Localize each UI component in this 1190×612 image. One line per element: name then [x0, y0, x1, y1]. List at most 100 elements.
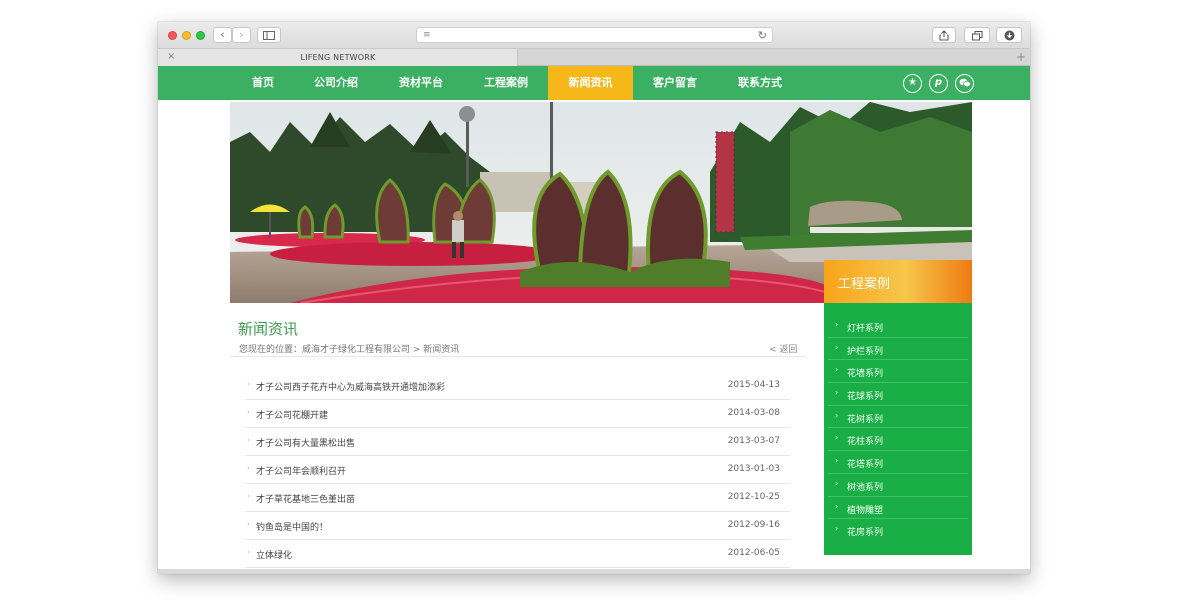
- list-item[interactable]: · 才子公司花棚开建 2014-03-08: [245, 400, 790, 428]
- sidebar-item-label: 灯杆系列: [847, 324, 884, 334]
- wechat-icon[interactable]: [955, 74, 974, 93]
- site-nav: 首页 公司介绍 资材平台 工程案例 新闻资讯 客户留言 联系方式 ★ p: [158, 66, 1030, 100]
- download-icon: [1004, 30, 1014, 41]
- news-date: 2013-03-07: [727, 436, 780, 446]
- news-title[interactable]: 才子公司花棚开建: [256, 408, 328, 421]
- list-item[interactable]: · 立体绿化 2012-06-05: [245, 540, 790, 568]
- chevron-right-icon: ›: [835, 478, 839, 488]
- sidebar-item-label: 花球系列: [847, 392, 884, 403]
- list-item[interactable]: · 才子公司西子花卉中心为威海高铁开通增加添彩 2015-04-13: [245, 372, 790, 400]
- nav-item-contact[interactable]: 联系方式: [725, 66, 795, 100]
- minimize-window-button[interactable]: [182, 31, 191, 40]
- sidebar-icon: [263, 31, 275, 40]
- news-date: 2013-01-03: [727, 464, 780, 474]
- bullet-icon: ·: [247, 520, 250, 529]
- pinterest-icon[interactable]: p: [929, 74, 948, 93]
- news-title[interactable]: 才子公司西子花卉中心为威海高铁开通增加添彩: [256, 380, 445, 393]
- back-button[interactable]: ‹: [213, 27, 232, 43]
- reload-icon[interactable]: ↻: [758, 28, 767, 43]
- nav-item-materials[interactable]: 资材平台: [386, 66, 456, 100]
- close-window-button[interactable]: [168, 31, 177, 40]
- news-date: 2015-04-13: [727, 380, 780, 390]
- tab-title: LIFENG NETWORK: [300, 53, 376, 62]
- nav-item-news[interactable]: 新闻资讯: [548, 66, 633, 100]
- downloads-button[interactable]: [996, 27, 1022, 43]
- sidebar-item-label: 花塔系列: [847, 460, 884, 471]
- sidebar-item-label: 护栏系列: [847, 346, 884, 357]
- chevron-right-icon: ›: [835, 456, 839, 466]
- news-title[interactable]: 才子草花基地三色堇出苗: [256, 492, 355, 505]
- tab-close-icon[interactable]: ×: [167, 50, 175, 64]
- list-item[interactable]: · 才子草花基地三色堇出苗 2012-10-25: [245, 484, 790, 512]
- nav-item-home[interactable]: 首页: [238, 66, 288, 100]
- sidebar-item-greenhouse[interactable]: › 花房系列: [828, 519, 968, 542]
- sidebar-item-flower-tree[interactable]: › 花树系列: [828, 406, 968, 429]
- sidebar-item-flower-tower[interactable]: › 花塔系列: [828, 451, 968, 474]
- chevron-left-icon: ‹: [220, 28, 225, 41]
- bullet-icon: ·: [247, 408, 250, 417]
- nav-item-company[interactable]: 公司介绍: [301, 66, 371, 100]
- bullet-icon: ·: [247, 492, 250, 501]
- chevron-right-icon: ›: [835, 410, 839, 420]
- breadcrumb: 您现在的位置：威海才子绿化工程有限公司 > 新闻资讯: [239, 345, 460, 355]
- chevron-right-icon: ›: [835, 342, 839, 352]
- sidebar-item-lamp-post[interactable]: › 灯杆系列: [828, 315, 968, 338]
- news-date: 2012-06-05: [727, 548, 780, 558]
- sidebar-category-list: › 灯杆系列 › 护栏系列 › 花墙系列 › 花球系列 › 花树系列 › 花柱系列 › 花塔系…: [824, 303, 972, 555]
- browser-tab[interactable]: LIFENG NETWORK ×: [158, 49, 518, 66]
- sidebar-item-label: 花树系列: [847, 414, 884, 425]
- chevron-right-icon: ›: [835, 388, 839, 398]
- page-title: 新闻资讯: [238, 320, 299, 338]
- sidebar-header: 工程案例: [824, 260, 972, 303]
- bullet-icon: ·: [247, 548, 250, 557]
- sidebar-title: 工程案例: [838, 277, 891, 292]
- news-date: 2014-03-08: [727, 408, 780, 418]
- address-bar[interactable]: ≡ ↻: [416, 27, 773, 43]
- chevron-right-icon: ›: [835, 365, 839, 375]
- bullet-icon: ·: [247, 380, 250, 389]
- sidebar-item-label: 树池系列: [847, 482, 884, 493]
- sidebar-item-label: 植物雕塑: [847, 505, 884, 516]
- zoom-window-button[interactable]: [196, 31, 205, 40]
- reader-icon[interactable]: ≡: [423, 31, 431, 40]
- chevron-right-icon: ›: [239, 28, 244, 41]
- bullet-icon: ·: [247, 436, 250, 445]
- news-title[interactable]: 才子公司有大量黑松出售: [256, 436, 355, 449]
- chevron-right-icon: ›: [835, 320, 839, 329]
- news-title[interactable]: 才子公司年会顺利召开: [256, 464, 346, 477]
- nav-item-projects[interactable]: 工程案例: [471, 66, 541, 100]
- bullet-icon: ·: [247, 464, 250, 473]
- sidebar-item-flower-pillar[interactable]: › 花柱系列: [828, 428, 968, 452]
- tabs-icon: [971, 31, 982, 41]
- tab-bar: LIFENG NETWORK × +: [158, 49, 1030, 66]
- sidebar-toggle-button[interactable]: [257, 27, 281, 43]
- chevron-right-icon: ›: [835, 433, 839, 443]
- chevron-right-icon: ›: [835, 501, 839, 511]
- sidebar-item-flower-ball[interactable]: › 花球系列: [828, 383, 968, 406]
- list-item[interactable]: · 钓鱼岛是中国的！ 2012-09-16: [245, 512, 790, 540]
- sidebar-item-label: 花柱系列: [847, 437, 884, 448]
- sidebar-item-tree-pool[interactable]: › 树池系列: [828, 474, 968, 497]
- back-link[interactable]: < 返回: [769, 342, 797, 355]
- news-title[interactable]: 钓鱼岛是中国的！: [256, 520, 328, 533]
- sidebar-item-label: 花房系列: [847, 528, 884, 539]
- list-item[interactable]: · 才子公司年会顺利召开 2013-01-03: [245, 456, 790, 484]
- divider: [230, 356, 806, 357]
- sidebar-item-guardrail[interactable]: › 护栏系列: [828, 338, 968, 361]
- news-list: · 才子公司西子花卉中心为威海高铁开通增加添彩 2015-04-13 · 才子公司花棚…: [245, 372, 790, 568]
- new-tab-icon[interactable]: +: [1016, 49, 1026, 65]
- nav-item-messages[interactable]: 客户留言: [640, 66, 710, 100]
- window-bottom-edge: [158, 569, 1030, 574]
- star-icon[interactable]: ★: [903, 74, 922, 93]
- sidebar-item-plant-sculpture[interactable]: › 植物雕塑: [828, 497, 968, 520]
- share-button[interactable]: [932, 27, 956, 43]
- screenshot-stage: ‹ › ≡ ↻ LIFENG NETWORK × + 首页 公司介绍 资材平台 …: [0, 0, 1190, 612]
- browser-window: ‹ › ≡ ↻ LIFENG NETWORK × + 首页 公司介绍 资材平台 …: [158, 22, 1030, 574]
- show-tabs-button[interactable]: [964, 27, 990, 43]
- share-icon: [939, 30, 949, 41]
- list-item[interactable]: · 才子公司有大量黑松出售 2013-03-07: [245, 428, 790, 456]
- forward-button[interactable]: ›: [232, 27, 251, 43]
- news-title[interactable]: 立体绿化: [256, 548, 292, 561]
- sidebar-item-flower-wall[interactable]: › 花墙系列: [828, 360, 968, 384]
- news-date: 2012-09-16: [727, 520, 780, 530]
